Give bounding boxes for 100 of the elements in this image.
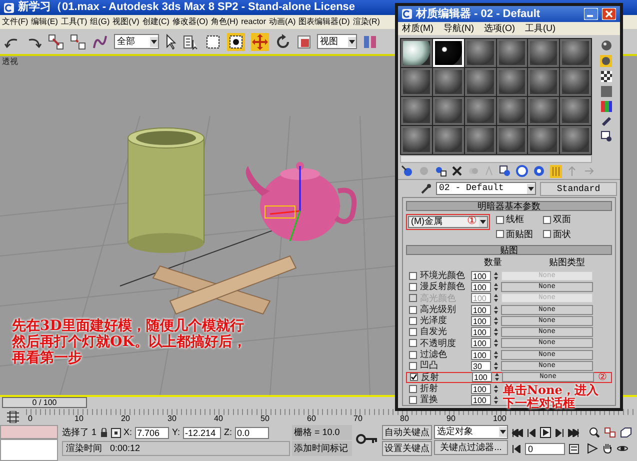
- spinner-icon[interactable]: [494, 384, 498, 393]
- y-coordinate-field[interactable]: -12.214: [183, 426, 222, 438]
- show-map-icon[interactable]: [533, 165, 545, 177]
- checkbox[interactable]: [496, 230, 504, 238]
- sample-uv-icon[interactable]: [600, 86, 612, 97]
- amount-field[interactable]: 100: [471, 338, 491, 348]
- spinner-icon[interactable]: [494, 306, 498, 314]
- lock-icon[interactable]: [100, 428, 108, 437]
- current-frame-field[interactable]: 0: [525, 442, 565, 454]
- menu-item[interactable]: 工具(T): [60, 16, 88, 28]
- zoom-all-icon[interactable]: [604, 427, 616, 438]
- menu-item[interactable]: reactor: [241, 16, 266, 28]
- spinner-icon[interactable]: [494, 350, 498, 359]
- menu-item[interactable]: 修改器(O): [172, 16, 208, 28]
- field-of-view-icon[interactable]: [587, 443, 598, 454]
- menu-item[interactable]: 创建(C): [142, 16, 170, 28]
- amount-field[interactable]: 100: [471, 327, 491, 338]
- next-frame-icon[interactable]: [555, 428, 564, 436]
- eyedropper-icon[interactable]: [420, 182, 432, 194]
- close-icon[interactable]: [602, 8, 616, 20]
- material-name-dropdown[interactable]: 02 - Default: [436, 182, 536, 195]
- play-icon[interactable]: [540, 427, 551, 438]
- assign-material-icon[interactable]: [435, 165, 447, 177]
- go-to-end-icon[interactable]: [568, 428, 579, 436]
- absolute-mode-icon[interactable]: [110, 428, 121, 438]
- options-icon[interactable]: [600, 131, 612, 142]
- checker-icon[interactable]: [600, 71, 612, 82]
- bind-icon[interactable]: [92, 34, 108, 50]
- color-check-icon[interactable]: [600, 101, 612, 112]
- horizontal-scrollbar[interactable]: [400, 155, 592, 163]
- set-key-button[interactable]: 设置关键点: [382, 441, 432, 456]
- spinner-icon[interactable]: [494, 272, 498, 280]
- amount-field[interactable]: 100: [471, 316, 491, 326]
- checkbox[interactable]: [409, 339, 417, 348]
- time-configuration-icon[interactable]: [569, 444, 579, 454]
- checkbox[interactable]: [409, 282, 417, 291]
- material-type-button[interactable]: Standard: [540, 182, 617, 196]
- key-mode-dropdown[interactable]: 选定对象: [434, 425, 508, 439]
- x-coordinate-field[interactable]: 7.706: [135, 426, 170, 438]
- maxscript-output-field[interactable]: [0, 439, 58, 461]
- menu-item[interactable]: 工具(U): [525, 22, 556, 36]
- pivot-icon[interactable]: [363, 34, 377, 50]
- spinner-icon[interactable]: [494, 339, 498, 348]
- spinner-icon[interactable]: [495, 373, 499, 382]
- checkbox[interactable]: [409, 316, 417, 325]
- scale-icon[interactable]: [297, 34, 311, 48]
- checkbox[interactable]: [409, 306, 417, 314]
- window-crossing-icon[interactable]: [227, 32, 245, 50]
- menu-item[interactable]: 动画(A): [269, 16, 296, 28]
- checkbox[interactable]: [410, 373, 418, 382]
- selection-filter-dropdown[interactable]: 全部: [114, 34, 159, 49]
- menu-item[interactable]: 选项(O): [484, 22, 515, 36]
- menu-item[interactable]: 编辑(E): [31, 16, 58, 28]
- minimize-icon[interactable]: [584, 8, 598, 20]
- pan-hand-icon[interactable]: [602, 443, 613, 454]
- checkbox[interactable]: [496, 216, 504, 224]
- previous-frame-icon[interactable]: [527, 428, 536, 436]
- orbit-icon[interactable]: [617, 443, 628, 454]
- amount-field[interactable]: 100: [471, 282, 491, 292]
- amount-field[interactable]: 100: [471, 304, 491, 315]
- checkbox[interactable]: [543, 216, 551, 224]
- reference-coordinate-dropdown[interactable]: 视图: [317, 34, 357, 49]
- spinner-icon[interactable]: [494, 282, 498, 291]
- select-cursor-icon[interactable]: [165, 34, 177, 50]
- select-by-name-icon[interactable]: [183, 34, 199, 50]
- auto-key-button[interactable]: 自动关键点: [382, 425, 432, 440]
- zoom-icon[interactable]: [589, 427, 600, 438]
- checkbox[interactable]: [409, 384, 417, 393]
- checkbox[interactable]: [409, 272, 417, 280]
- get-material-icon[interactable]: [401, 165, 413, 177]
- checkbox[interactable]: [409, 350, 417, 359]
- move-icon[interactable]: [251, 32, 269, 50]
- rotate-icon[interactable]: [275, 34, 291, 50]
- sphere-icon[interactable]: [600, 40, 612, 51]
- amount-field[interactable]: 100: [471, 394, 491, 405]
- backlight-icon[interactable]: [600, 55, 612, 67]
- delete-icon[interactable]: [452, 166, 462, 176]
- menu-item[interactable]: 视图(V): [112, 16, 140, 28]
- go-to-start-icon[interactable]: [512, 428, 523, 436]
- key-icon[interactable]: [356, 433, 378, 445]
- region-select-icon[interactable]: [205, 34, 221, 50]
- key-mode-toggle-icon[interactable]: [512, 444, 521, 452]
- spinner-icon[interactable]: [494, 294, 498, 302]
- unlink-icon[interactable]: [70, 34, 86, 50]
- put-to-library-icon[interactable]: [499, 165, 511, 177]
- spinner-icon[interactable]: [494, 362, 498, 370]
- spinner-icon[interactable]: [494, 396, 498, 404]
- show-end-result-icon[interactable]: [550, 164, 562, 178]
- menu-item[interactable]: 渲染(R): [352, 16, 380, 28]
- checkbox[interactable]: [543, 230, 551, 238]
- menu-item[interactable]: 组(G): [90, 16, 110, 28]
- material-id-icon[interactable]: [516, 165, 528, 177]
- menu-item[interactable]: 导航(N): [444, 22, 474, 36]
- amount-field[interactable]: 100: [471, 384, 491, 394]
- amount-field[interactable]: 100: [471, 350, 491, 360]
- amount-field[interactable]: 100: [471, 270, 491, 281]
- link-icon[interactable]: [48, 34, 64, 50]
- add-time-tag-button[interactable]: 添加时间标记: [292, 441, 352, 456]
- menu-item[interactable]: 图表编辑器(D): [298, 16, 350, 28]
- rollout-header[interactable]: 明暗器基本参数: [406, 201, 612, 211]
